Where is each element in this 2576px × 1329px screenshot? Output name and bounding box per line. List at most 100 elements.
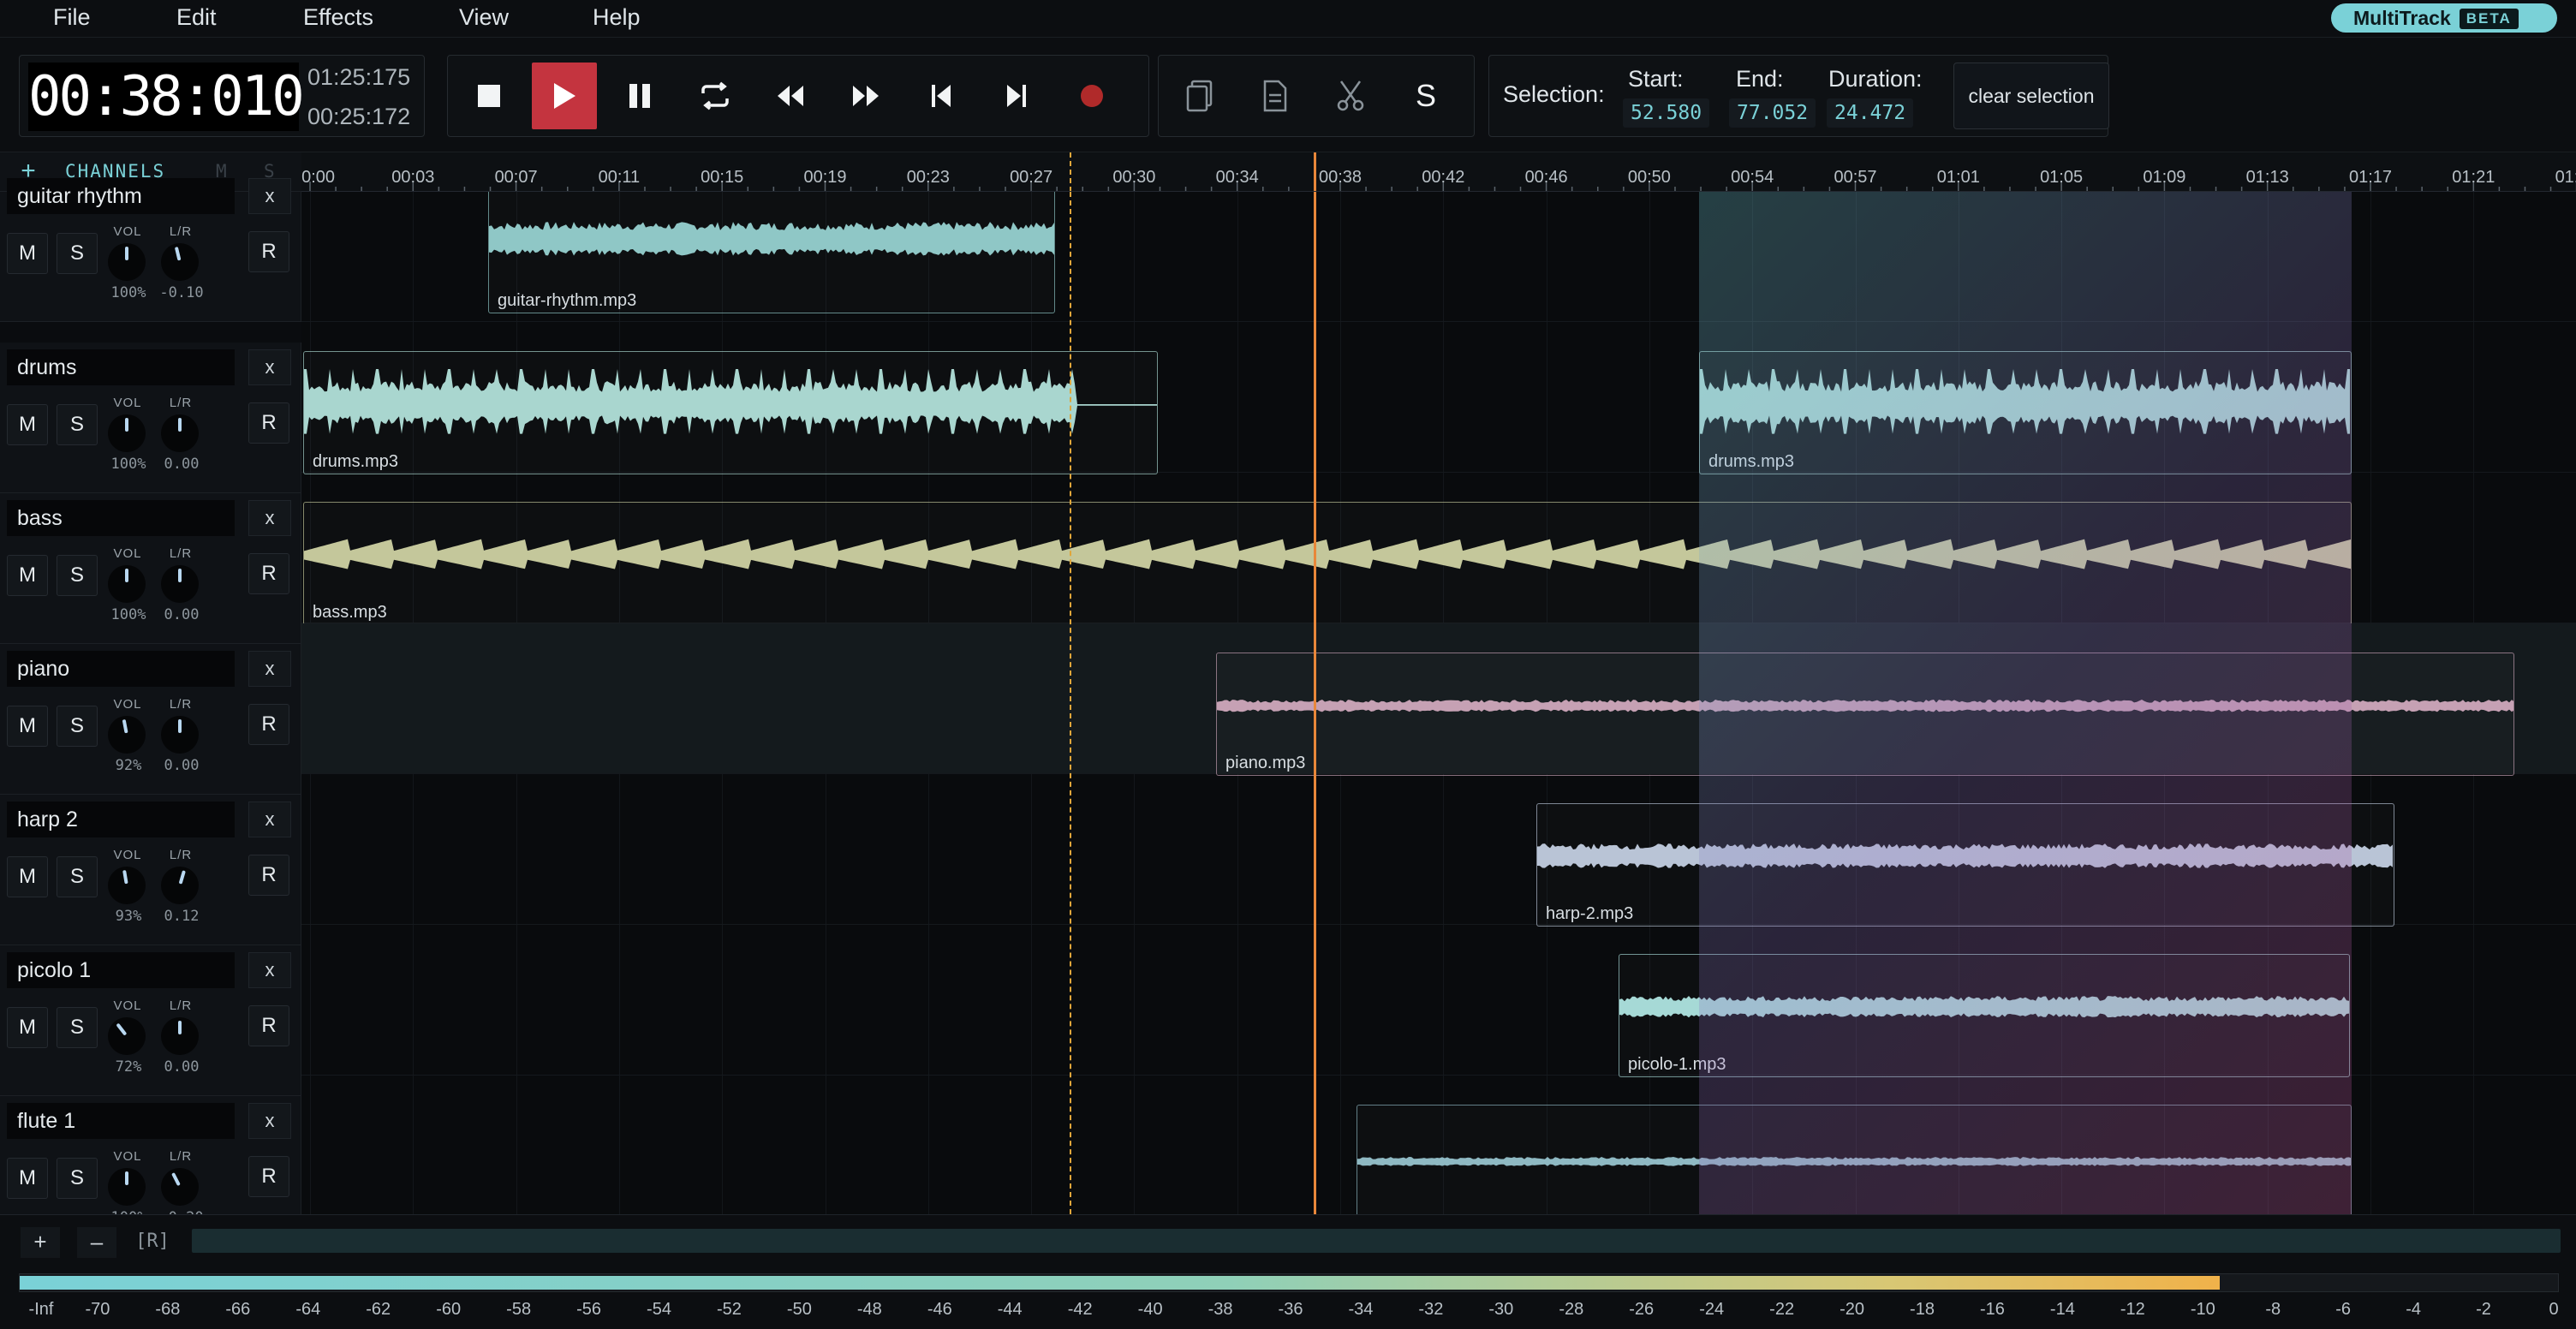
timeline-lanes[interactable]: guitar-rhythm.mp3 drums.mp3 drums.mp3 bass.… [301, 192, 2576, 1214]
record-arm-button[interactable]: R [248, 704, 289, 745]
menu-help[interactable]: Help [593, 0, 641, 36]
remove-track-button[interactable]: x [248, 952, 291, 988]
clear-selection-button[interactable]: clear selection [1953, 63, 2109, 129]
mute-button[interactable]: M [7, 1007, 48, 1048]
pan-knob[interactable] [161, 867, 199, 904]
volume-knob[interactable] [108, 565, 146, 603]
cut-button[interactable] [1318, 63, 1383, 129]
pan-knob[interactable] [161, 716, 199, 754]
timeline-ruler[interactable]: 00:00 00:03 00:07 00:11 00:15 00:19 00:23 00:27… [301, 152, 2576, 192]
remove-track-button[interactable]: x [248, 651, 291, 687]
solo-button[interactable]: S [57, 706, 98, 747]
solo-button[interactable]: S [57, 404, 98, 445]
volume-knob[interactable] [108, 243, 146, 281]
menu-file[interactable]: File [53, 0, 91, 36]
mute-button[interactable]: M [7, 404, 48, 445]
split-button[interactable]: S [1393, 63, 1458, 129]
mute-button[interactable]: M [7, 706, 48, 747]
menu-view[interactable]: View [459, 0, 509, 36]
copy-button[interactable] [1167, 63, 1232, 129]
audio-clip[interactable]: picolo-1.mp3 [1619, 954, 2350, 1077]
clip-file-name: harp-2.mp3 [1546, 904, 1634, 923]
track-name-field[interactable]: bass [7, 500, 235, 536]
solo-button[interactable]: S [57, 1007, 98, 1048]
paste-button[interactable] [1243, 63, 1308, 129]
track-lane[interactable]: harp-2.mp3 [301, 774, 2576, 927]
volume-knob[interactable] [108, 716, 146, 754]
mute-button[interactable]: M [7, 555, 48, 596]
track-name-field[interactable]: harp 2 [7, 802, 235, 837]
audio-clip[interactable]: piano.mp3 [1216, 653, 2514, 776]
pan-value: 0.00 [164, 606, 200, 623]
pan-knob[interactable] [161, 414, 199, 452]
rewind-button[interactable] [758, 63, 823, 129]
volume-knob[interactable] [108, 1168, 146, 1206]
pan-knob[interactable] [161, 243, 199, 281]
volume-knob[interactable] [108, 414, 146, 452]
pause-button[interactable] [607, 63, 672, 129]
selection-end-value[interactable]: 77.052 [1729, 98, 1816, 128]
record-arm-button[interactable]: R [248, 1156, 289, 1197]
loop-button[interactable] [683, 63, 748, 129]
zoom-out-button[interactable]: – [77, 1227, 116, 1258]
track-name-field[interactable]: picolo 1 [7, 952, 235, 988]
skip-to-start-icon [932, 85, 951, 107]
track-name-field[interactable]: flute 1 [7, 1103, 235, 1139]
track-lane[interactable]: picolo-1.mp3 [301, 925, 2576, 1077]
remove-track-button[interactable]: x [248, 1103, 291, 1139]
record-arm-button[interactable]: R [248, 402, 289, 444]
solo-button[interactable]: S [57, 555, 98, 596]
stop-button[interactable] [456, 63, 522, 129]
remove-track-button[interactable]: x [248, 500, 291, 536]
fast-forward-button[interactable] [833, 63, 898, 129]
track-lane[interactable]: flute-1.mp3 [301, 1076, 2576, 1214]
track-control-1: drums x M S VOL 100% L/R 0.00 R [0, 343, 301, 493]
record-arm-toggle[interactable]: [R] [130, 1227, 175, 1258]
play-button[interactable] [532, 63, 597, 129]
record-arm-button[interactable]: R [248, 231, 289, 272]
audio-clip[interactable]: harp-2.mp3 [1536, 803, 2394, 927]
audio-clip[interactable]: drums.mp3 [1699, 351, 2352, 474]
zoom-in-button[interactable]: + [21, 1227, 60, 1258]
menu-effects[interactable]: Effects [303, 0, 373, 36]
record-arm-button[interactable]: R [248, 553, 289, 594]
ruler-tick-label: 00:23 [906, 168, 950, 187]
selection-start-value[interactable]: 52.580 [1623, 98, 1710, 128]
track-lane[interactable]: drums.mp3 drums.mp3 [301, 322, 2576, 474]
solo-button[interactable]: S [57, 856, 98, 897]
pan-knob[interactable] [161, 565, 199, 603]
record-arm-button[interactable]: R [248, 855, 289, 896]
audio-clip[interactable]: drums.mp3 [303, 351, 1158, 474]
skip-to-start-button[interactable] [909, 63, 974, 129]
volume-knob[interactable] [108, 1017, 146, 1055]
menu-edit[interactable]: Edit [176, 0, 217, 36]
audio-clip[interactable]: flute-1.mp3 [1357, 1105, 2352, 1214]
track-lane[interactable]: bass.mp3 [301, 473, 2576, 625]
track-lane[interactable]: guitar-rhythm.mp3 [301, 192, 2576, 322]
pan-knob[interactable] [161, 1168, 199, 1206]
track-name-field[interactable]: guitar rhythm [7, 178, 235, 214]
pan-knob[interactable] [161, 1017, 199, 1055]
mute-button[interactable]: M [7, 856, 48, 897]
track-name-field[interactable]: piano [7, 651, 235, 687]
track-name-field[interactable]: drums [7, 349, 235, 385]
remove-track-button[interactable]: x [248, 802, 291, 837]
remove-track-button[interactable]: x [248, 349, 291, 385]
horizontal-scrollbar[interactable] [192, 1229, 2561, 1253]
audio-clip[interactable]: bass.mp3 [303, 502, 2352, 625]
audio-clip[interactable]: guitar-rhythm.mp3 [488, 192, 1055, 313]
remove-track-button[interactable]: x [248, 178, 291, 214]
mute-button[interactable]: M [7, 1158, 48, 1199]
track-lane[interactable]: piano.mp3 [301, 623, 2576, 776]
playhead-ruler-marker[interactable] [1314, 152, 1316, 191]
time-display: 00:38:010 01:25:175 00:25:172 [19, 55, 425, 137]
solo-button[interactable]: S [57, 233, 98, 274]
playhead[interactable] [1314, 192, 1316, 1214]
solo-button[interactable]: S [57, 1158, 98, 1199]
record-arm-button[interactable]: R [248, 1005, 289, 1046]
mute-button[interactable]: M [7, 233, 48, 274]
meter-scale-label: -64 [295, 1300, 321, 1319]
volume-knob[interactable] [108, 867, 146, 904]
record-button[interactable] [1059, 63, 1124, 129]
skip-to-end-button[interactable] [984, 63, 1049, 129]
